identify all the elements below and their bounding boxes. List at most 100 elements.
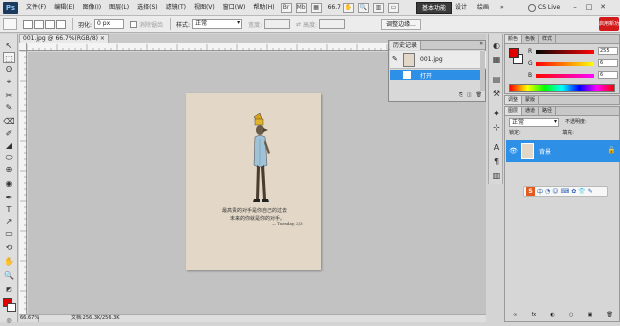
adjustment-layer-icon[interactable]: ◐ bbox=[550, 312, 554, 320]
menu-layer[interactable]: 图层(L) bbox=[105, 0, 133, 16]
pen-tool-icon[interactable]: ✒ bbox=[3, 192, 15, 203]
menu-select[interactable]: 选择(S) bbox=[133, 0, 162, 16]
foreground-color-swatch[interactable] bbox=[509, 48, 519, 58]
collapse-icon[interactable]: » bbox=[479, 40, 483, 47]
subtract-selection-icon[interactable] bbox=[45, 19, 55, 29]
tab-swatches[interactable]: 色板 bbox=[522, 35, 540, 43]
visibility-eye-icon[interactable]: 👁 bbox=[509, 147, 518, 155]
sogou-logo-icon[interactable]: S bbox=[526, 187, 535, 196]
eraser-tool-icon[interactable]: ⬭ bbox=[3, 152, 15, 163]
close-button[interactable]: ✕ bbox=[598, 2, 608, 12]
vertical-ruler[interactable] bbox=[19, 50, 27, 314]
marquee-tool-icon[interactable]: ⬚ bbox=[3, 52, 15, 63]
red-track[interactable] bbox=[536, 50, 594, 54]
blend-mode-select[interactable]: 正常 bbox=[509, 118, 559, 127]
background-color-swatch[interactable] bbox=[7, 303, 16, 312]
color-panel-icon[interactable]: ◐ bbox=[491, 40, 502, 51]
layer-style-icon[interactable]: fx bbox=[531, 312, 536, 320]
layer-mask-icon[interactable]: ○ bbox=[569, 312, 573, 320]
dodge-tool-icon[interactable]: ◉ bbox=[3, 178, 15, 189]
swatches-panel-icon[interactable]: ▦ bbox=[491, 54, 502, 65]
ruler-corner[interactable] bbox=[19, 43, 27, 51]
lasso-tool-icon[interactable]: ʘ bbox=[3, 64, 15, 75]
tab-history[interactable]: 历史记录 bbox=[390, 41, 422, 50]
blue-track[interactable] bbox=[536, 74, 594, 78]
clone-source-icon[interactable]: ⊹ bbox=[491, 122, 502, 133]
document-image[interactable]: 最高贵的对手是你自己的过去 未来的你就是你的对手。 — Tuesday, 2/3 bbox=[186, 93, 321, 270]
status-doc-info[interactable]: 文档:256.3K/256.3K bbox=[39, 315, 120, 322]
cs-live-button[interactable]: CS Live bbox=[528, 2, 560, 14]
ime-punctuation-icon[interactable]: ◔ bbox=[545, 188, 550, 195]
swap-icon[interactable]: ⇄ bbox=[296, 21, 301, 28]
ime-tools-icon[interactable]: ✎ bbox=[588, 188, 593, 195]
zoom-tool-icon[interactable]: 🔍 bbox=[357, 2, 369, 13]
refine-edge-button[interactable]: 调整边缘... bbox=[381, 18, 421, 30]
new-layer-icon[interactable]: ▣ bbox=[588, 312, 593, 320]
ime-emoji-icon[interactable]: ☺ bbox=[552, 188, 558, 195]
add-selection-icon[interactable] bbox=[34, 19, 44, 29]
brush-tool-icon[interactable]: ✐ bbox=[3, 128, 15, 139]
workspace-paint-button[interactable]: 绘画 bbox=[472, 2, 494, 14]
restore-button[interactable]: □ bbox=[584, 2, 594, 12]
zoom-tool-icon[interactable]: 🔍 bbox=[3, 270, 15, 281]
tab-paths[interactable]: 路径 bbox=[539, 107, 557, 115]
ime-keyboard-icon[interactable]: ⌨ bbox=[561, 188, 570, 195]
status-zoom[interactable]: 66.67% bbox=[19, 315, 39, 322]
healing-tool-icon[interactable]: ⌫ bbox=[3, 116, 15, 127]
hand-tool-icon[interactable]: ✋ bbox=[342, 2, 354, 13]
menu-filter[interactable]: 滤镜(T) bbox=[162, 0, 190, 16]
new-document-from-state-icon[interactable]: ⎘ bbox=[459, 92, 463, 100]
shape-tool-icon[interactable]: ▭ bbox=[3, 228, 15, 239]
history-snapshot[interactable]: ✎ 001.jpg bbox=[390, 51, 486, 69]
red-slider[interactable]: R 255 bbox=[528, 47, 620, 56]
history-brush-icon[interactable]: ✎ bbox=[392, 55, 398, 63]
quick-select-tool-icon[interactable]: ⌖ bbox=[3, 76, 15, 87]
green-track[interactable] bbox=[536, 62, 594, 66]
menu-file[interactable]: 文件(F) bbox=[22, 0, 50, 16]
red-value-input[interactable]: 255 bbox=[598, 47, 618, 55]
extras-icon[interactable]: ▦ bbox=[310, 2, 322, 13]
default-colors-icon[interactable]: ◩ bbox=[3, 284, 15, 295]
antialias-checkbox[interactable] bbox=[130, 20, 138, 28]
tool-presets-icon[interactable]: ⚒ bbox=[491, 88, 502, 99]
menu-window[interactable]: 窗口(W) bbox=[219, 0, 250, 16]
workspace-basic-button[interactable]: 基本功能 bbox=[416, 2, 453, 14]
layer-name[interactable]: 背景 bbox=[539, 147, 551, 156]
type-tool-icon[interactable]: T bbox=[3, 204, 15, 215]
delete-layer-icon[interactable]: 🗑 bbox=[607, 312, 613, 320]
trash-icon[interactable]: 🗑 bbox=[476, 92, 482, 100]
bridge-icon[interactable]: Br bbox=[280, 2, 292, 13]
menu-help[interactable]: 帮助(H) bbox=[249, 0, 278, 16]
green-value-input[interactable]: 6 bbox=[598, 59, 618, 67]
new-snapshot-icon[interactable]: ◫ bbox=[467, 92, 472, 100]
eyedropper-tool-icon[interactable]: ✎ bbox=[3, 102, 15, 113]
gradient-tool-icon[interactable]: ⊕ bbox=[3, 164, 15, 175]
arrange-docs-icon[interactable]: ▥ bbox=[372, 2, 384, 13]
menu-view[interactable]: 视图(V) bbox=[190, 0, 219, 16]
move-tool-icon[interactable]: ↖ bbox=[3, 40, 15, 51]
stamp-tool-icon[interactable]: ◢ bbox=[3, 140, 15, 151]
tab-layers[interactable]: 图层 bbox=[505, 107, 523, 115]
3d-rotate-tool-icon[interactable]: ⟲ bbox=[3, 242, 15, 253]
menu-image[interactable]: 图像(I) bbox=[79, 0, 105, 16]
tab-channels[interactable]: 通道 bbox=[522, 107, 540, 115]
history-scrollbar[interactable] bbox=[480, 51, 485, 91]
feather-input[interactable]: 0 px bbox=[94, 19, 125, 29]
quick-mask-icon[interactable]: ◎ bbox=[3, 315, 15, 326]
hand-tool-icon[interactable]: ✋ bbox=[3, 256, 15, 267]
tab-color[interactable]: 颜色 bbox=[505, 35, 523, 43]
intersect-selection-icon[interactable] bbox=[56, 19, 66, 29]
fill-label[interactable]: 填充: bbox=[562, 130, 574, 136]
tab-styles[interactable]: 样式 bbox=[539, 35, 557, 43]
link-layers-icon[interactable]: ∞ bbox=[513, 312, 517, 320]
actions-panel-icon[interactable]: ▥ bbox=[491, 170, 502, 181]
layer-row-background[interactable]: 👁 背景 🔒 bbox=[506, 140, 620, 162]
screen-mode-icon[interactable]: ▭ bbox=[387, 2, 399, 13]
history-state-open[interactable]: 打开 bbox=[390, 70, 486, 80]
path-select-tool-icon[interactable]: ↗ bbox=[3, 216, 15, 227]
tab-masks[interactable]: 蒙版 bbox=[522, 96, 540, 104]
ime-shirt-icon[interactable]: 👕 bbox=[578, 188, 585, 195]
style-select[interactable]: 正常 bbox=[192, 19, 243, 29]
height-input[interactable] bbox=[319, 19, 346, 29]
paragraph-panel-icon[interactable]: ¶ bbox=[491, 156, 502, 167]
